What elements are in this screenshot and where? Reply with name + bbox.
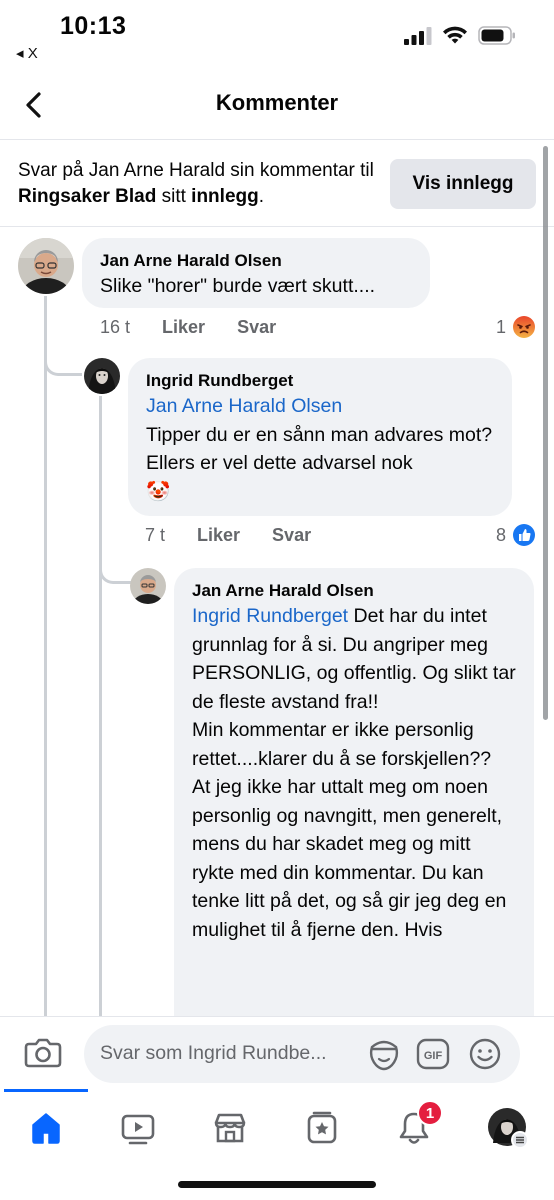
tab-marketplace[interactable] bbox=[208, 1106, 252, 1150]
thread-line-reply bbox=[99, 396, 102, 1016]
like-button[interactable]: Liker bbox=[197, 525, 240, 546]
comment-author[interactable]: Ingrid Rundberget bbox=[146, 370, 494, 392]
reply-context-text: Svar på Jan Arne Harald sin kommentar ti… bbox=[18, 160, 374, 207]
gif-icon[interactable]: GIF bbox=[416, 1037, 450, 1071]
scrollbar[interactable] bbox=[543, 146, 548, 720]
top-header: Kommenter bbox=[0, 70, 554, 140]
comment-input[interactable]: Svar som Ingrid Rundbe... GIF bbox=[84, 1025, 520, 1083]
reaction-count: 1 bbox=[495, 316, 506, 337]
reply-button[interactable]: Svar bbox=[272, 525, 311, 546]
thread-connector bbox=[99, 548, 133, 584]
profile-avatar-icon bbox=[488, 1108, 529, 1149]
reaction-count: 8 bbox=[495, 524, 506, 545]
video-icon bbox=[121, 1114, 155, 1145]
comment-actions: 7 t Liker Svar bbox=[145, 525, 311, 546]
comment-bubble[interactable]: Ingrid Rundberget Jan Arne Harald Olsen … bbox=[128, 358, 512, 516]
emoji-icon[interactable] bbox=[468, 1037, 502, 1071]
like-button[interactable]: Liker bbox=[162, 317, 205, 338]
battery-icon bbox=[478, 26, 515, 45]
notification-badge: 1 bbox=[417, 1100, 443, 1126]
post-link[interactable]: innlegg bbox=[191, 186, 259, 207]
thread-line-main bbox=[44, 296, 47, 1016]
active-tab-indicator bbox=[4, 1089, 88, 1092]
tab-profile-menu[interactable] bbox=[486, 1106, 530, 1150]
angry-face-icon bbox=[513, 316, 535, 338]
wifi-icon bbox=[443, 26, 467, 44]
bottom-tab-bar: 1 bbox=[0, 1089, 554, 1200]
comment-actions: 16 t Liker Svar bbox=[100, 317, 276, 338]
comment-author[interactable]: Jan Arne Harald Olsen bbox=[192, 580, 516, 602]
comment-text: Ingrid Rundberget Det har du intet grunn… bbox=[192, 605, 516, 941]
comment-timestamp: 7 t bbox=[145, 525, 166, 545]
comment-bubble[interactable]: Jan Arne Harald Olsen Ingrid Rundberget … bbox=[174, 568, 534, 1028]
view-post-button[interactable]: Vis innlegg bbox=[390, 159, 536, 209]
groups-icon bbox=[307, 1111, 337, 1144]
comment-composer: Svar som Ingrid Rundbe... GIF bbox=[0, 1016, 554, 1092]
thread-connector bbox=[44, 340, 82, 376]
tab-home[interactable] bbox=[24, 1106, 68, 1150]
avatar[interactable] bbox=[18, 238, 74, 294]
thumbs-up-icon bbox=[513, 524, 535, 546]
page-name[interactable]: Ringsaker Blad bbox=[18, 186, 156, 207]
home-indicator[interactable] bbox=[178, 1181, 376, 1188]
marketplace-icon bbox=[214, 1113, 246, 1143]
tab-video[interactable] bbox=[116, 1106, 160, 1150]
mention-link[interactable]: Ingrid Rundberget bbox=[192, 605, 348, 627]
comment-text: Slike "horer" burde vært skutt.... bbox=[100, 275, 376, 297]
mention-link[interactable]: Jan Arne Harald Olsen bbox=[146, 392, 494, 421]
reaction-summary[interactable]: 1 bbox=[496, 315, 536, 339]
comment-author[interactable]: Jan Arne Harald Olsen bbox=[100, 250, 412, 272]
reply-context-banner: Svar på Jan Arne Harald sin kommentar ti… bbox=[0, 141, 554, 227]
avatar[interactable] bbox=[130, 568, 166, 604]
signal-icon bbox=[404, 26, 432, 45]
home-icon bbox=[32, 1113, 60, 1144]
clock: 10:13 bbox=[60, 12, 127, 40]
camera-icon[interactable] bbox=[24, 1035, 62, 1069]
status-bar: 10:13 ◂ X bbox=[0, 0, 554, 70]
page-title: Kommenter bbox=[215, 90, 339, 115]
tab-groups[interactable] bbox=[300, 1106, 344, 1150]
comment-input-placeholder: Svar som Ingrid Rundbe... bbox=[100, 1042, 327, 1064]
comment-text: Tipper du er en sånn man advares mot? El… bbox=[146, 423, 493, 503]
avatar[interactable] bbox=[84, 358, 120, 394]
avatar-sticker-icon[interactable] bbox=[366, 1037, 402, 1071]
reply-button[interactable]: Svar bbox=[237, 317, 276, 338]
reaction-summary[interactable]: 8 bbox=[496, 523, 536, 547]
svg-text:GIF: GIF bbox=[424, 1050, 443, 1062]
comment-timestamp: 16 t bbox=[100, 317, 131, 337]
status-icons bbox=[404, 26, 516, 45]
comment-bubble[interactable]: Jan Arne Harald Olsen Slike "horer" burd… bbox=[82, 238, 430, 308]
back-to-app-link[interactable]: ◂ X bbox=[16, 44, 38, 62]
